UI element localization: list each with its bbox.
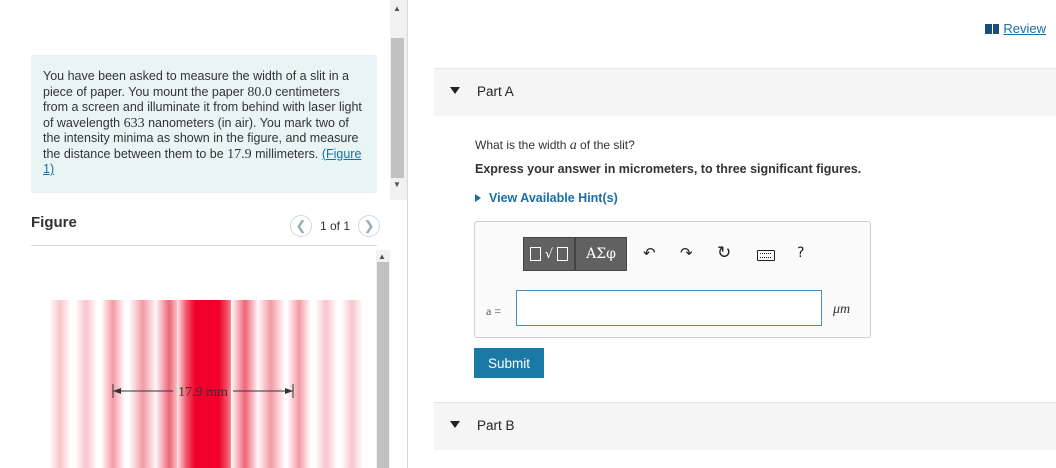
- hints-label[interactable]: View Available Hint(s): [489, 191, 618, 205]
- answer-variable-label: a =: [486, 304, 502, 318]
- diffraction-pattern-image: 17.9 mm: [49, 300, 363, 468]
- collapse-triangle-icon[interactable]: [450, 421, 460, 428]
- answer-panel: √ ΑΣφ ↶ ↷ ↻ ? a = μm: [474, 221, 871, 338]
- dimension-label: 17.9 mm: [178, 385, 228, 400]
- review-link[interactable]: Review: [985, 21, 1046, 36]
- question-text: What is the width a of the slit?: [475, 138, 635, 154]
- answer-input[interactable]: [516, 290, 822, 326]
- answer-instruction: Express your answer in micrometers, to t…: [475, 162, 862, 176]
- part-a-label: Part A: [477, 84, 514, 99]
- book-icon: [985, 23, 1000, 34]
- part-b-header[interactable]: Part B: [434, 402, 1056, 450]
- chevron-right-icon[interactable]: ❯: [358, 215, 381, 237]
- scroll-up-icon[interactable]: ▲: [393, 4, 401, 13]
- figure-scrollbar[interactable]: ▲: [376, 250, 390, 468]
- paper-distance-value: 80.0: [247, 84, 272, 100]
- scrollbar-thumb[interactable]: [391, 38, 404, 178]
- keyboard-icon[interactable]: [757, 250, 775, 261]
- wavelength-value: 633: [123, 115, 145, 131]
- chevron-left-icon[interactable]: ❮: [290, 215, 312, 237]
- expand-arrow-icon: [475, 194, 481, 202]
- question-variable: a: [569, 138, 577, 153]
- pager-text: 1 of 1: [320, 219, 351, 233]
- help-button[interactable]: ?: [797, 244, 804, 262]
- answer-unit: μm: [833, 302, 851, 317]
- problem-statement: You have been asked to measure the width…: [31, 55, 377, 193]
- scroll-up-icon[interactable]: ▲: [378, 252, 386, 261]
- redo-icon[interactable]: ↷: [680, 244, 693, 262]
- part-a-header[interactable]: Part A: [434, 68, 1056, 116]
- question-pre: What is the width: [475, 138, 570, 152]
- figure-pager: ❮ 1 of 1 ❯: [290, 215, 381, 237]
- question-post: of the slit?: [576, 138, 635, 152]
- scrollbar-thumb[interactable]: [377, 262, 389, 468]
- collapse-triangle-icon[interactable]: [450, 87, 460, 94]
- minima-distance-value: 17.9: [227, 146, 252, 162]
- figure-divider: [31, 245, 377, 246]
- undo-icon[interactable]: ↶: [643, 244, 656, 262]
- part-b-label: Part B: [477, 418, 515, 433]
- scroll-down-icon[interactable]: ▼: [393, 180, 401, 189]
- problem-scrollbar[interactable]: ▲ ▼: [390, 0, 407, 200]
- fringes: [49, 300, 363, 468]
- review-label[interactable]: Review: [1003, 21, 1046, 36]
- problem-text-4: millimeters.: [251, 146, 322, 161]
- view-hints-toggle[interactable]: View Available Hint(s): [475, 191, 618, 205]
- submit-button[interactable]: Submit: [474, 348, 544, 378]
- reset-icon[interactable]: ↻: [717, 244, 731, 262]
- diffraction-figure: 17.9 mm: [31, 250, 377, 468]
- greek-symbols-button[interactable]: ΑΣφ: [575, 237, 627, 271]
- templates-icon[interactable]: √: [523, 237, 575, 271]
- figure-heading: Figure: [31, 214, 77, 231]
- panel-divider: [407, 0, 408, 468]
